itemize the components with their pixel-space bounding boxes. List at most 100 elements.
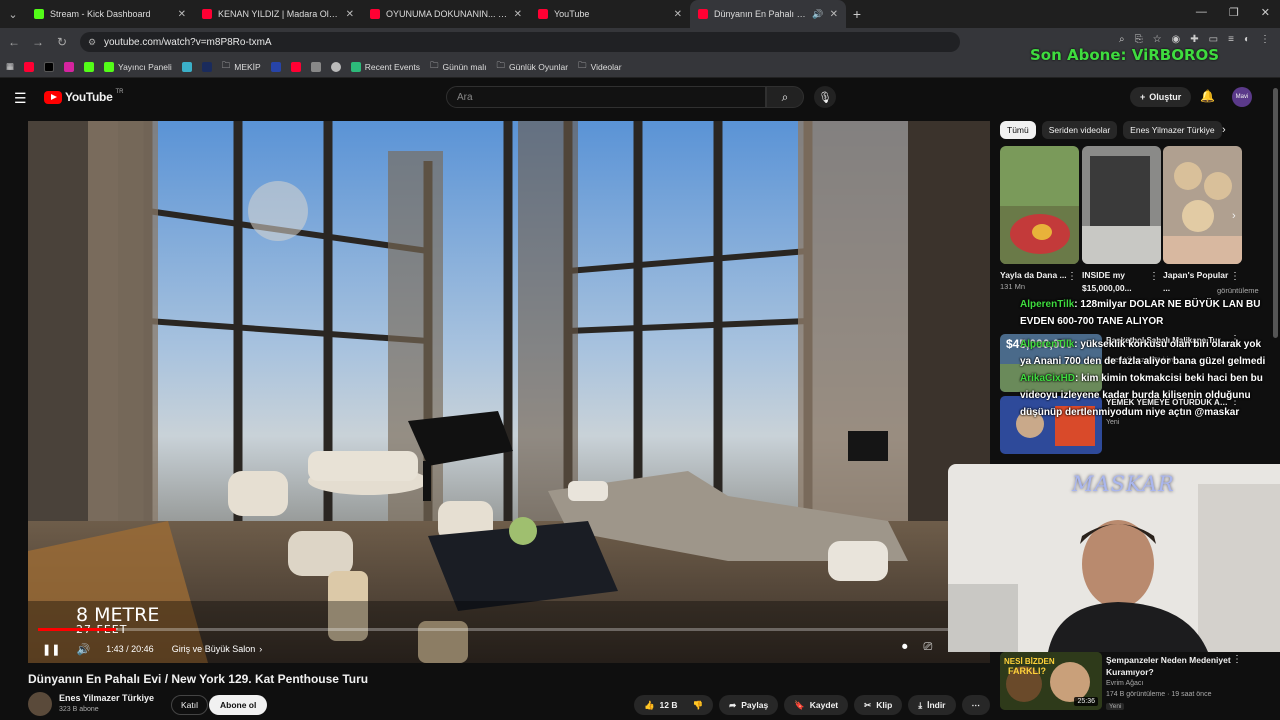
- close-tab-icon[interactable]: ✕: [178, 9, 186, 20]
- bookmark-gunun-mali[interactable]: 🗀 Günün malı: [430, 60, 486, 74]
- short-item[interactable]: INSIDE my $15,000,00... ⋮: [1082, 146, 1161, 295]
- join-button[interactable]: Katıl: [171, 695, 209, 715]
- player-controls: ❚❚ 🔊 1:43 / 20:46 Giriş ve Büyük Salon ›…: [28, 635, 990, 663]
- duration-badge: 25:36: [1074, 697, 1098, 706]
- close-tab-icon[interactable]: ✕: [514, 9, 522, 20]
- chips-chevron-right-icon[interactable]: ›: [1222, 124, 1226, 136]
- short-item[interactable]: Yayla da Dana ... 131 Mn ⋮: [1000, 146, 1079, 291]
- new-tab-button[interactable]: +: [846, 6, 868, 22]
- zoom-icon[interactable]: ⌕: [1119, 34, 1125, 45]
- url-field[interactable]: ⚙ youtube.com/watch?v=m8P8Ro-txmA: [80, 32, 960, 52]
- cast-icon[interactable]: ⎘: [1135, 34, 1143, 45]
- short-item[interactable]: Japan's Popular ... görüntüleme ⋮: [1163, 146, 1259, 295]
- browser-tab[interactable]: OYUNUMA DOKUNANIN... - Yo ✕: [362, 0, 530, 28]
- progress-bar[interactable]: [38, 628, 980, 631]
- thumbs-down-icon[interactable]: 👎: [693, 700, 704, 711]
- save-button[interactable]: 🔖 Kaydet: [784, 695, 849, 715]
- browser-tab[interactable]: Stream - Kick Dashboard ✕: [26, 0, 194, 28]
- more-vertical-icon[interactable]: ⋮: [1230, 271, 1240, 282]
- bookmark-yt2-icon[interactable]: [290, 61, 301, 72]
- search-button[interactable]: ⌕: [766, 86, 804, 108]
- account-avatar[interactable]: Mavi: [1232, 87, 1252, 107]
- puzzle-icon[interactable]: ✚: [1190, 34, 1198, 45]
- apps-icon[interactable]: ▦: [6, 61, 14, 72]
- minimize-icon[interactable]: —: [1196, 6, 1207, 19]
- bookmark-image-icon[interactable]: [310, 61, 321, 72]
- browser-tab[interactable]: KENAN YILDIZ | Madara Olduk - Yo ✕: [194, 0, 362, 28]
- site-info-icon[interactable]: ⚙: [88, 37, 96, 48]
- bookmark-circle-icon[interactable]: [330, 61, 341, 72]
- download-button[interactable]: ⤓ İndir: [908, 695, 956, 715]
- audio-playing-icon[interactable]: 🔊: [812, 9, 823, 20]
- more-vertical-icon[interactable]: ⋮: [1149, 271, 1159, 282]
- media-icon[interactable]: ≡: [1228, 34, 1234, 45]
- volume-icon[interactable]: 🔊: [76, 643, 90, 656]
- page-scrollbar[interactable]: [1273, 88, 1278, 338]
- voice-search-button[interactable]: 🎙: [814, 86, 836, 108]
- clip-button[interactable]: ✂ Klip: [854, 695, 903, 715]
- channel-avatar[interactable]: [28, 692, 52, 716]
- bookmark-recent-events[interactable]: Recent Events: [350, 61, 420, 72]
- bookmark-x-icon[interactable]: [44, 61, 55, 72]
- chip-all[interactable]: Tümü: [1000, 121, 1036, 139]
- profile-icon[interactable]: ◐: [1244, 34, 1250, 45]
- back-icon[interactable]: ←: [2, 35, 26, 49]
- bookmark-yayinci-paneli[interactable]: Yayıncı Paneli: [104, 61, 172, 72]
- recommendation-item[interactable]: NESİ BİZDEN FARKLI? 25:36 Şempanzeler Ned…: [1000, 652, 1250, 712]
- chip-channel[interactable]: Enes Yilmazer Türkiye: [1123, 121, 1222, 139]
- share-button[interactable]: ➦ Paylaş: [719, 695, 779, 715]
- close-tab-icon[interactable]: ✕: [830, 9, 838, 20]
- more-vertical-icon[interactable]: ⋮: [1067, 271, 1077, 282]
- bookmark-instagram-icon[interactable]: [64, 61, 75, 72]
- forward-icon[interactable]: →: [26, 35, 50, 49]
- reload-icon[interactable]: ↻: [50, 35, 74, 49]
- shorts-chevron-right-icon[interactable]: ›: [1232, 210, 1236, 222]
- plus-icon: +: [1140, 92, 1146, 102]
- create-label: Oluştur: [1149, 92, 1182, 102]
- bookmark-star-icon[interactable]: ☆: [1153, 34, 1162, 45]
- bookmark-app-icon[interactable]: [181, 61, 192, 72]
- bookmark-kick-icon[interactable]: [84, 61, 95, 72]
- chapter-button[interactable]: Giriş ve Büyük Salon ›: [172, 644, 263, 654]
- bookmark-label: Yayıncı Paneli: [118, 61, 172, 72]
- hamburger-menu-icon[interactable]: ☰: [14, 90, 27, 107]
- chat-username: ArikaCixHD: [1020, 373, 1076, 384]
- notifications-bell-icon[interactable]: 🔔: [1200, 89, 1215, 103]
- bookmark-flag-icon[interactable]: [270, 61, 281, 72]
- bookmark-mekip[interactable]: 🗀 MEKİP: [222, 60, 261, 74]
- extension-icon[interactable]: ◉: [1172, 34, 1181, 45]
- autoplay-toggle-icon[interactable]: ⏺: [902, 641, 908, 654]
- tab-title: Stream - Kick Dashboard: [50, 9, 151, 19]
- close-tab-icon[interactable]: ✕: [674, 9, 682, 20]
- more-vertical-icon[interactable]: ⋮: [1232, 654, 1242, 665]
- bookmark-prime-icon[interactable]: [201, 61, 212, 72]
- chip-series[interactable]: Seriden videolar: [1041, 121, 1118, 139]
- pause-icon[interactable]: ❚❚: [42, 643, 60, 656]
- close-tab-icon[interactable]: ✕: [346, 9, 354, 20]
- menu-icon[interactable]: ⋮: [1260, 34, 1270, 45]
- bookmark-youtube-icon[interactable]: [24, 61, 35, 72]
- browser-tab[interactable]: YouTube ✕: [530, 0, 690, 28]
- like-button[interactable]: 👍 12 B 👎: [633, 695, 714, 715]
- youtube-logo[interactable]: YouTube TR: [44, 89, 123, 104]
- browser-tab-active[interactable]: Dünyanın En Pahalı Evi / Ne 🔊 ✕: [690, 0, 846, 28]
- bookmark-videolar[interactable]: 🗀 Videolar: [578, 60, 622, 74]
- close-window-icon[interactable]: ✕: [1261, 6, 1270, 19]
- stream-chat-overlay: AlperenTilk: 128milyar DOLAR NE BÜYÜK LA…: [1020, 296, 1280, 421]
- sidepanel-icon[interactable]: ▭: [1209, 34, 1218, 45]
- youtube-favicon-icon: [698, 9, 708, 19]
- restore-icon[interactable]: ❐: [1229, 6, 1239, 19]
- folder-icon: 🗀: [578, 59, 587, 70]
- channel-name[interactable]: Enes Yilmazer Türkiye: [59, 693, 154, 703]
- subtitles-icon[interactable]: ⎚: [923, 641, 932, 654]
- short-views: 131 Mn: [1000, 282, 1026, 291]
- subscribe-button[interactable]: Abone ol: [209, 695, 268, 715]
- video-player[interactable]: 8 METRE 27 FEET ❚❚ 🔊 1:43 / 20:46 Giriş …: [28, 121, 990, 663]
- search-input[interactable]: Ara: [446, 86, 766, 108]
- create-button[interactable]: + Oluştur: [1130, 87, 1192, 107]
- more-actions-button[interactable]: ⋯: [961, 695, 990, 715]
- tab-search-icon[interactable]: ⌄: [0, 0, 26, 28]
- bookmark-gunluk-oyunlar[interactable]: 🗀 Günlük Oyunlar: [496, 60, 568, 74]
- browser-tabstrip: ⌄ Stream - Kick Dashboard ✕ KENAN YILDIZ…: [0, 0, 1280, 28]
- tab-title: OYUNUMA DOKUNANIN... - Yo: [386, 9, 508, 19]
